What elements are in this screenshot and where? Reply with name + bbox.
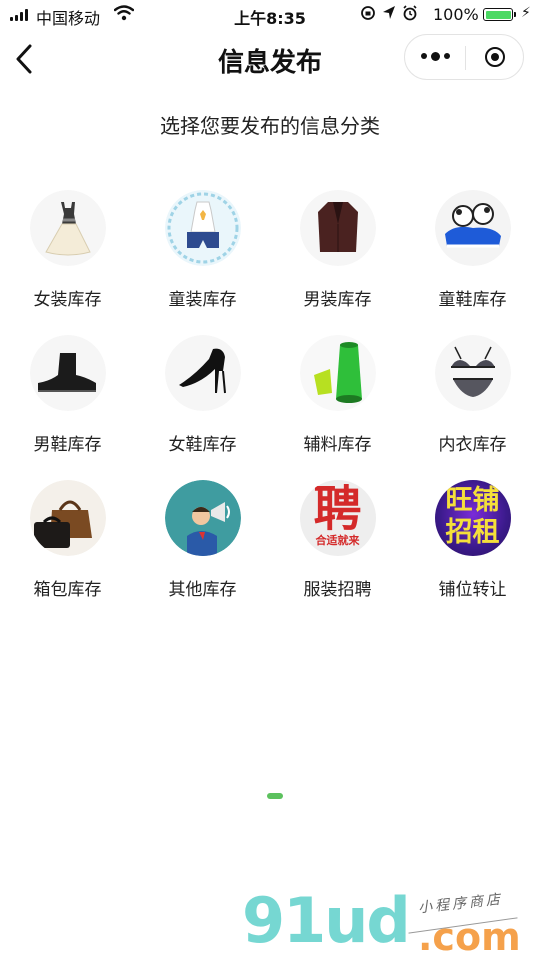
high-heel-icon: [164, 335, 241, 411]
category-label: 男鞋库存: [33, 435, 102, 455]
watermark-domain: .com: [418, 915, 521, 959]
location-icon: [382, 5, 396, 25]
category-label: 童鞋库存: [438, 290, 507, 310]
kids-shoe-icon: [434, 190, 511, 266]
dress-icon: [29, 190, 106, 266]
category-kids-shoes[interactable]: 童鞋库存: [405, 190, 540, 335]
kids-clothes-icon: [164, 190, 241, 266]
category-grid: 女装库存 童装库存 男装库存 童鞋库存 男鞋库存 女鞋库存 辅料库存 内衣库存 …: [0, 190, 540, 625]
mini-program-capsule: [404, 34, 524, 80]
recruit-icon: 聘 合适就来: [299, 480, 376, 556]
watermark-tagline: 小程序商店: [417, 891, 504, 917]
battery-icon: [483, 8, 516, 21]
category-label: 内衣库存: [438, 435, 507, 455]
category-label: 其他库存: [168, 580, 237, 600]
category-prompt: 选择您要发布的信息分类: [160, 114, 380, 138]
close-mini-program-button[interactable]: [465, 35, 525, 79]
lingerie-icon: [434, 335, 511, 411]
category-label: 箱包库存: [33, 580, 102, 600]
orientation-lock-icon: [360, 5, 376, 25]
recruit-icon-char: 聘: [313, 481, 362, 537]
category-label: 辅料库存: [303, 435, 372, 455]
shop-transfer-text-top: 旺铺: [445, 485, 500, 516]
watermark-logo: 91ud: [242, 884, 411, 957]
watermark: 91ud 小程序商店 .com: [240, 885, 540, 960]
bags-icon: [29, 480, 106, 556]
category-womens-shoes[interactable]: 女鞋库存: [135, 335, 270, 480]
category-bags[interactable]: 箱包库存: [0, 480, 135, 625]
category-underwear[interactable]: 内衣库存: [405, 335, 540, 480]
category-label: 女鞋库存: [168, 435, 237, 455]
category-label: 童装库存: [168, 290, 237, 310]
alarm-icon: [402, 5, 418, 25]
battery-percentage: 100%: [433, 5, 479, 24]
more-dots-icon: [420, 51, 450, 61]
mens-jacket-icon: [299, 190, 376, 266]
category-kids-clothing[interactable]: 童装库存: [135, 190, 270, 335]
mens-boot-icon: [29, 335, 106, 411]
more-button[interactable]: [405, 35, 465, 79]
category-label: 服装招聘: [303, 580, 372, 600]
recruit-icon-caption: 合适就来: [315, 534, 360, 547]
megaphone-man-icon: [164, 480, 241, 556]
category-womens-clothing[interactable]: 女装库存: [0, 190, 135, 335]
category-accessories[interactable]: 辅料库存: [270, 335, 405, 480]
category-other[interactable]: 其他库存: [135, 480, 270, 625]
charging-icon: ⚡: [521, 5, 531, 21]
category-label: 女装库存: [33, 290, 102, 310]
category-recruitment[interactable]: 聘 合适就来 服装招聘: [270, 480, 405, 625]
category-shop-transfer[interactable]: 旺铺 招租 铺位转让: [405, 480, 540, 625]
shop-transfer-text-bottom: 招租: [445, 517, 500, 548]
status-bar: 中国移动 上午8:35 100% ⚡: [0, 0, 540, 30]
category-label: 男装库存: [303, 290, 372, 310]
thread-spool-icon: [299, 335, 376, 411]
navigation-bar: 信息发布: [0, 30, 540, 88]
target-circle-icon: [485, 47, 505, 67]
shop-transfer-icon: 旺铺 招租: [434, 480, 511, 556]
category-mens-clothing[interactable]: 男装库存: [270, 190, 405, 335]
page-indicator: [267, 793, 283, 799]
category-mens-shoes[interactable]: 男鞋库存: [0, 335, 135, 480]
category-label: 铺位转让: [438, 580, 507, 600]
